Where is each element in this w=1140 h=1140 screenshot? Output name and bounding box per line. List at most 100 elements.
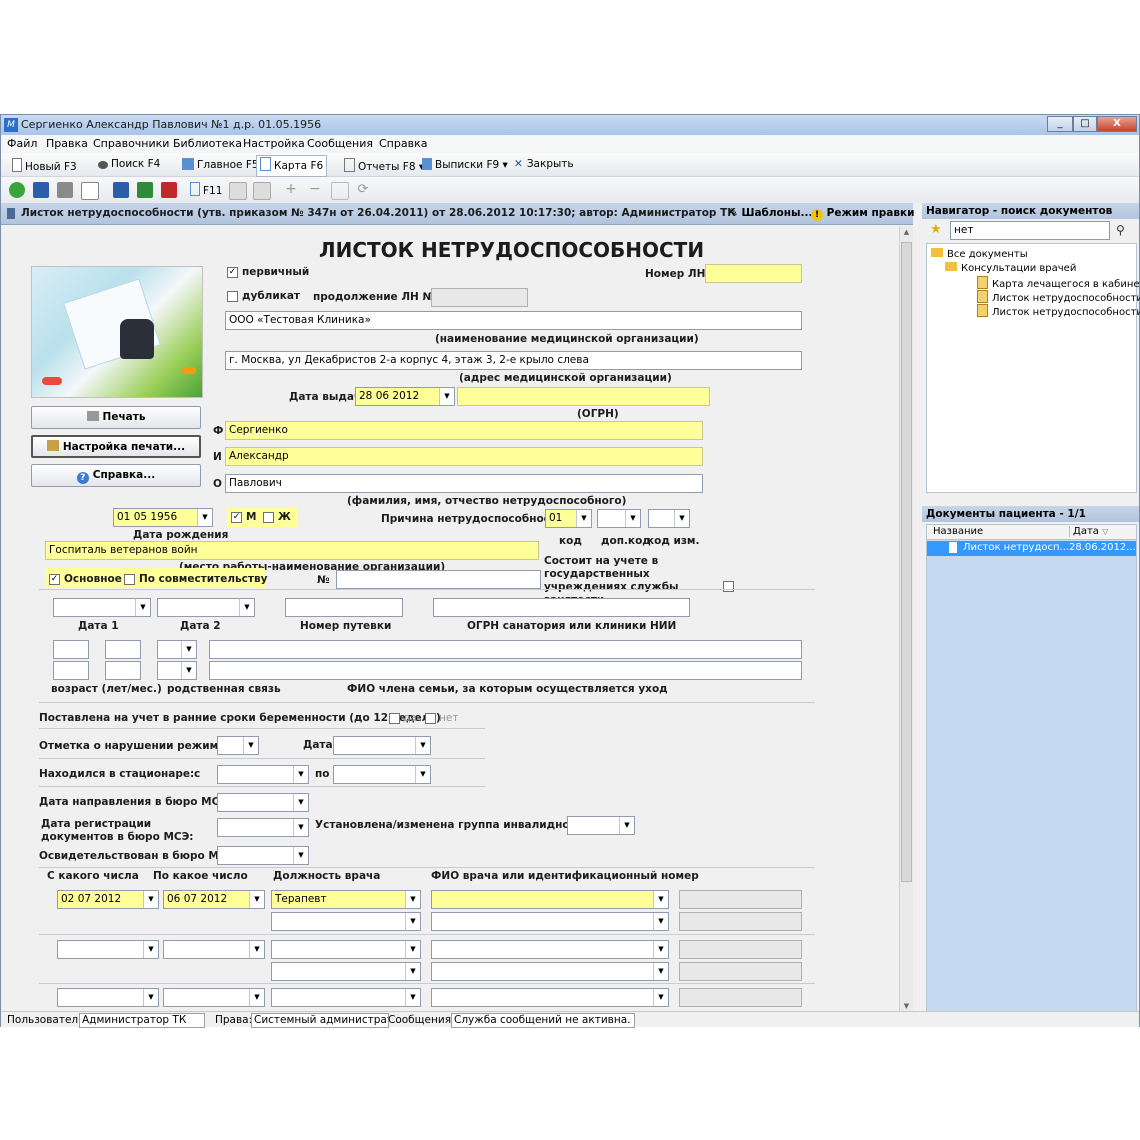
employment-checkbox[interactable] — [723, 581, 734, 592]
edit-icon[interactable] — [331, 182, 349, 200]
close-button[interactable]: X — [1097, 116, 1137, 132]
period1-position2-select[interactable]: ▼ — [271, 912, 421, 931]
parttime-checkbox[interactable] — [124, 574, 135, 585]
menu-messages[interactable]: Сообщения — [307, 137, 373, 150]
maximize-button[interactable]: □ — [1073, 116, 1097, 132]
age-months-field-2[interactable] — [105, 661, 141, 680]
sync-icon[interactable]: ⟳ — [355, 182, 371, 198]
add-icon[interactable]: + — [283, 182, 299, 198]
age-years-field-1[interactable] — [53, 640, 89, 659]
period2-to-picker[interactable]: ▼ — [163, 940, 265, 959]
violation-select[interactable]: ▼ — [217, 736, 259, 755]
home-button[interactable]: Главное F5 — [179, 157, 262, 172]
pregnancy-no-checkbox[interactable] — [425, 713, 436, 724]
scroll-up-icon[interactable]: ▲ — [900, 228, 913, 240]
minimize-button[interactable]: _ — [1047, 116, 1073, 132]
remove-icon[interactable]: − — [307, 182, 323, 198]
menu-settings[interactable]: Настройка — [243, 137, 305, 150]
mse-registration-picker[interactable]: ▼ — [217, 818, 309, 837]
voucher-field[interactable] — [285, 598, 403, 617]
reason-code-select[interactable]: 01 ▼ — [545, 509, 592, 528]
camera-icon[interactable] — [253, 182, 271, 200]
tree-item-consultations[interactable]: Консультации врачей — [945, 262, 1076, 274]
birth-date-picker[interactable]: 01 05 1956 ▼ — [113, 508, 213, 527]
period2-doctor-select[interactable]: ▼ — [431, 940, 669, 959]
male-checkbox[interactable]: ✓ — [231, 512, 242, 523]
family-fio-field-2[interactable] — [209, 661, 802, 680]
change-code-select[interactable]: ▼ — [648, 509, 690, 528]
sanatorium-field[interactable] — [433, 598, 690, 617]
period2-position2-select[interactable]: ▼ — [271, 962, 421, 981]
word-icon[interactable] — [113, 182, 129, 198]
tree-item-sick-leave-2[interactable]: Листок нетрудоспособности (у — [977, 304, 1140, 318]
navigator-search-input[interactable]: нет — [950, 221, 1110, 240]
scroll-thumb[interactable] — [901, 242, 912, 882]
duplicate-checkbox[interactable] — [227, 291, 238, 302]
relation-select-1[interactable]: ▼ — [157, 640, 197, 659]
parttime-number-field[interactable] — [336, 570, 541, 589]
preview-icon[interactable] — [81, 182, 99, 200]
tree-item-card[interactable]: Карта лечащегося в кабинете — [977, 276, 1140, 290]
hospital-from-picker[interactable]: ▼ — [217, 765, 309, 784]
col-name-header[interactable]: Название — [933, 526, 983, 537]
extracts-button[interactable]: Выписки F9 ▾ — [419, 157, 511, 172]
period1-from-picker[interactable]: 02 07 2012 ▼ — [57, 890, 159, 909]
period3-from-picker[interactable]: ▼ — [57, 988, 159, 1007]
col-date-header[interactable]: Дата ▽ — [1069, 526, 1108, 537]
search-button[interactable]: Поиск F4 — [95, 157, 163, 171]
org-address-field[interactable]: г. Москва, ул Декабристов 2-а корпус 4, … — [225, 351, 802, 370]
main-job-checkbox[interactable]: ✓ — [49, 574, 60, 585]
print-button[interactable]: Печать — [31, 406, 201, 429]
excel-icon[interactable] — [137, 182, 153, 198]
org-name-field[interactable]: ООО «Тестовая Клиника» — [225, 311, 802, 330]
violation-date-picker[interactable]: ▼ — [333, 736, 431, 755]
date1-picker[interactable]: ▼ — [53, 598, 151, 617]
issue-date-picker[interactable]: 28 06 2012 ▼ — [355, 387, 455, 406]
pregnancy-yes-checkbox[interactable] — [389, 713, 400, 724]
save-icon[interactable] — [33, 182, 49, 198]
close-doc-button[interactable]: ✕ Закрыть — [511, 157, 577, 171]
date2-picker[interactable]: ▼ — [157, 598, 255, 617]
continuation-field[interactable] — [431, 288, 528, 307]
form-scrollbar[interactable]: ▲ ▼ — [899, 226, 913, 1016]
tree-item-sick-leave-1[interactable]: Листок нетрудоспособности — [977, 290, 1140, 304]
menu-references[interactable]: Справочники — [93, 137, 169, 150]
period3-doctor-select[interactable]: ▼ — [431, 988, 669, 1007]
mse-examined-picker[interactable]: ▼ — [217, 846, 309, 865]
menu-file[interactable]: Файл — [7, 137, 37, 150]
f11-button[interactable]: F11 — [187, 181, 225, 198]
new-button[interactable]: Новый F3 — [9, 157, 80, 174]
help-button[interactable]: ? Справка... — [31, 464, 201, 487]
age-years-field-2[interactable] — [53, 661, 89, 680]
menu-edit[interactable]: Правка — [46, 137, 88, 150]
card-button[interactable]: Карта F6 — [256, 155, 328, 177]
family-fio-field-1[interactable] — [209, 640, 802, 659]
refresh-icon[interactable] — [9, 182, 25, 198]
disability-group-select[interactable]: ▼ — [567, 816, 635, 835]
pdf-icon[interactable] — [161, 182, 177, 198]
period3-to-picker[interactable]: ▼ — [163, 988, 265, 1007]
surname-field[interactable]: Сергиенко — [225, 421, 703, 440]
search-icon[interactable]: ⚲ — [1116, 223, 1130, 237]
period2-from-picker[interactable]: ▼ — [57, 940, 159, 959]
edit-mode-button[interactable]: ! Режим правки — [811, 207, 915, 221]
age-months-field-1[interactable] — [105, 640, 141, 659]
mse-direction-picker[interactable]: ▼ — [217, 793, 309, 812]
period2-position-select[interactable]: ▼ — [271, 940, 421, 959]
hospital-to-picker[interactable]: ▼ — [333, 765, 431, 784]
workplace-field[interactable]: Госпиталь ветеранов войн — [45, 541, 539, 560]
copy-icon[interactable] — [229, 182, 247, 200]
number-field[interactable] — [705, 264, 802, 283]
star-icon[interactable]: ★ — [930, 223, 944, 237]
menu-library[interactable]: Библиотека — [173, 137, 242, 150]
female-checkbox[interactable] — [263, 512, 274, 523]
print-setup-button[interactable]: Настройка печати... — [31, 435, 201, 458]
period2-doctor2-select[interactable]: ▼ — [431, 962, 669, 981]
table-row[interactable]: Листок нетрудосп... 28.06.2012... — [927, 541, 1136, 556]
additional-code-select[interactable]: ▼ — [597, 509, 641, 528]
print-icon[interactable] — [57, 182, 73, 198]
menu-help[interactable]: Справка — [379, 137, 427, 150]
templates-button[interactable]: ✎ Шаблоны... — [729, 207, 812, 219]
period1-doctor-select[interactable]: ▼ — [431, 890, 669, 909]
period1-to-picker[interactable]: 06 07 2012 ▼ — [163, 890, 265, 909]
